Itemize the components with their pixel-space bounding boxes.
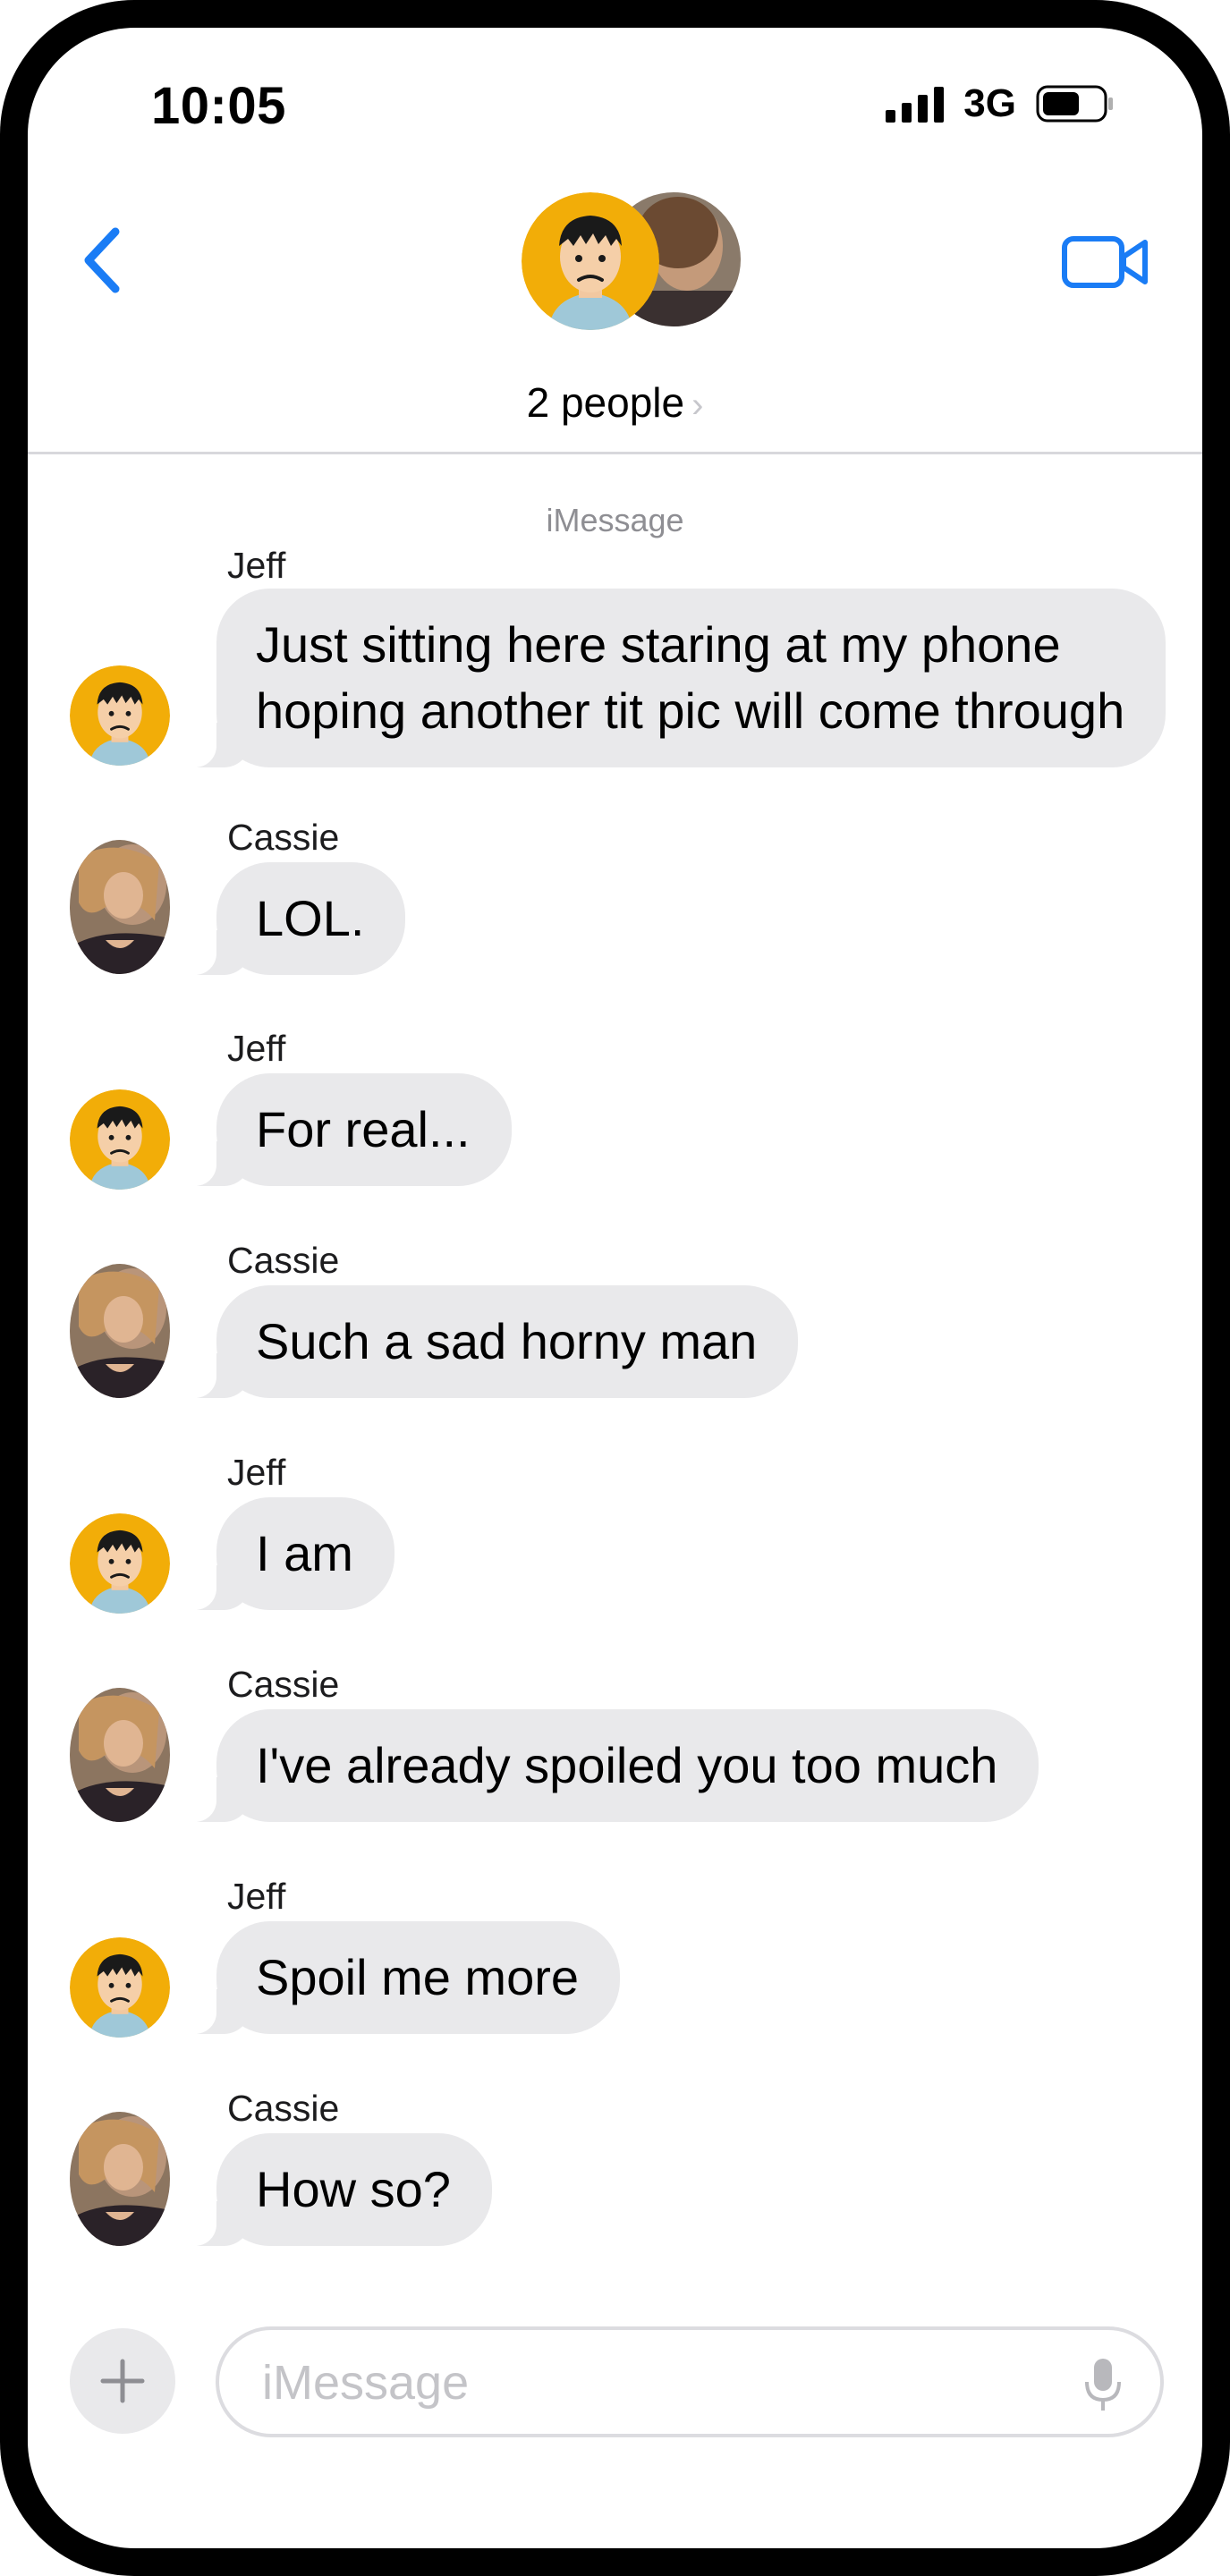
message-line: How so? xyxy=(256,2161,451,2217)
group-avatar[interactable] xyxy=(522,192,741,335)
sender-name: Cassie xyxy=(227,817,340,858)
message-bubble[interactable]: For real... xyxy=(179,1073,512,1186)
battery-icon xyxy=(1036,85,1113,123)
message-line: Spoil me more xyxy=(256,1949,580,2005)
message-line: LOL. xyxy=(256,890,365,946)
cassie-avatar xyxy=(70,1688,170,1822)
jeff-avatar xyxy=(70,1513,170,1614)
message-line: Such a sad horny man xyxy=(256,1313,758,1369)
plus-icon xyxy=(100,2359,145,2403)
cassie-avatar xyxy=(70,2112,170,2246)
sender-name: Jeff xyxy=(227,1876,286,1917)
message-line: hoping another tit pic will come through xyxy=(256,682,1125,739)
jeff-avatar xyxy=(70,1089,170,1190)
video-camera-icon[interactable] xyxy=(1061,226,1150,298)
microphone-icon[interactable] xyxy=(1083,2357,1123,2412)
screen: 10:05 3G 2 people › iMessage Jeff Just s… xyxy=(28,28,1202,2548)
input-placeholder: iMessage xyxy=(262,2356,470,2410)
conversation-title[interactable]: 2 people › xyxy=(28,378,1202,427)
message-bubble[interactable]: Spoil me more xyxy=(178,1921,621,2034)
sender-name: Cassie xyxy=(227,1664,340,1705)
message-line: I've already spoiled you too much xyxy=(256,1737,998,1793)
participants-count: 2 people xyxy=(526,379,685,426)
message-input[interactable]: iMessage xyxy=(216,2326,1164,2437)
signal-icon xyxy=(886,85,945,123)
service-label: iMessage xyxy=(546,502,684,538)
message-bubble[interactable]: I've already spoiled you too much xyxy=(178,1709,1039,1822)
sender-name: Jeff xyxy=(227,1452,286,1493)
message-line: Just sitting here staring at my phone xyxy=(256,616,1061,673)
header-divider xyxy=(28,452,1202,454)
status-time: 10:05 xyxy=(151,77,286,135)
jeff-avatar xyxy=(70,665,170,766)
message-bubble[interactable]: Such a sad horny man xyxy=(178,1285,799,1398)
network-type: 3G xyxy=(963,81,1016,125)
message-line: For real... xyxy=(256,1101,471,1157)
message-bubble[interactable]: I am xyxy=(179,1497,394,1610)
message-line: I am xyxy=(256,1525,353,1581)
status-indicators: 3G xyxy=(886,81,1115,126)
chevron-left-icon[interactable] xyxy=(69,216,140,305)
cassie-avatar xyxy=(70,840,170,974)
phone-frame: 10:05 3G 2 people › iMessage Jeff Just s… xyxy=(0,0,1230,2576)
sender-name: Cassie xyxy=(227,1240,340,1281)
message-bubble[interactable]: LOL. xyxy=(178,862,406,975)
cassie-avatar xyxy=(70,1264,170,1398)
sender-name: Jeff xyxy=(227,1028,286,1069)
message-bubble[interactable]: How so? xyxy=(179,2133,492,2246)
jeff-avatar xyxy=(522,192,659,330)
apps-plus-button[interactable] xyxy=(70,2328,175,2434)
jeff-avatar xyxy=(70,1937,170,2038)
message-bubble[interactable]: Just sitting here staring at my phone ho… xyxy=(178,589,1166,767)
sender-name: Cassie xyxy=(227,2088,340,2129)
chevron-right-icon: › xyxy=(691,386,704,425)
sender-name: Jeff xyxy=(227,545,286,586)
